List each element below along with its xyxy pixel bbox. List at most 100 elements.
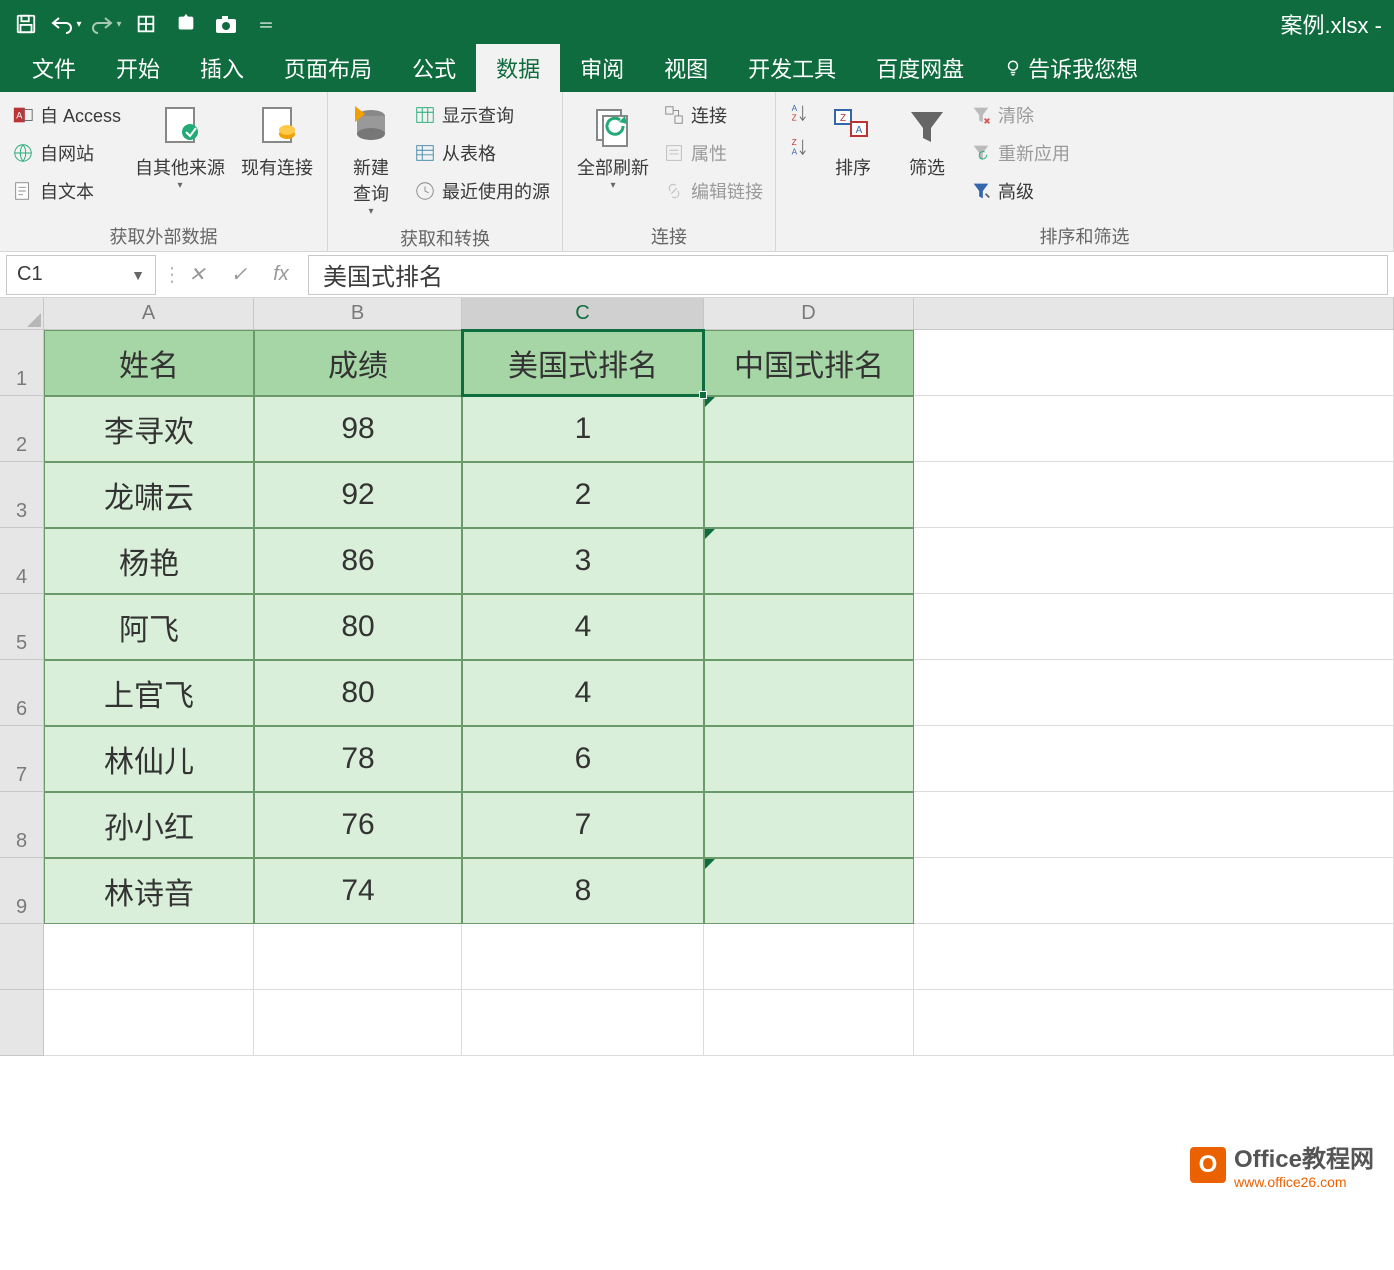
refresh-all-button[interactable]: 全部刷新 ▾ bbox=[571, 98, 655, 195]
col-header-blank[interactable] bbox=[914, 298, 1394, 329]
cell-A1[interactable]: 姓名 bbox=[44, 330, 254, 396]
redo-button[interactable]: ▾ bbox=[86, 4, 126, 44]
col-header-D[interactable]: D bbox=[704, 298, 914, 329]
cell-C9[interactable]: 8 bbox=[462, 858, 704, 924]
tab-formulas[interactable]: 公式 bbox=[392, 44, 476, 92]
cell-E7[interactable] bbox=[914, 726, 1394, 792]
col-header-B[interactable]: B bbox=[254, 298, 462, 329]
cell-blank[interactable] bbox=[914, 924, 1394, 990]
clear-filter-button[interactable]: 清除 bbox=[966, 98, 1074, 132]
reapply-button[interactable]: 重新应用 bbox=[966, 136, 1074, 170]
cell-B6[interactable]: 80 bbox=[254, 660, 462, 726]
cell-D7[interactable] bbox=[704, 726, 914, 792]
tab-developer[interactable]: 开发工具 bbox=[728, 44, 856, 92]
cell-B4[interactable]: 86 bbox=[254, 528, 462, 594]
row-header-8[interactable]: 8 bbox=[0, 792, 44, 858]
cell-A9[interactable]: 林诗音 bbox=[44, 858, 254, 924]
cell-C6[interactable]: 4 bbox=[462, 660, 704, 726]
undo-button[interactable]: ▾ bbox=[46, 4, 86, 44]
cell-E2[interactable] bbox=[914, 396, 1394, 462]
cell-A3[interactable]: 龙啸云 bbox=[44, 462, 254, 528]
addin-button[interactable] bbox=[166, 4, 206, 44]
cell-blank[interactable] bbox=[44, 924, 254, 990]
cell-E4[interactable] bbox=[914, 528, 1394, 594]
cell-D2[interactable] bbox=[704, 396, 914, 462]
cell-E9[interactable] bbox=[914, 858, 1394, 924]
tab-review[interactable]: 审阅 bbox=[560, 44, 644, 92]
cell-D1[interactable]: 中国式排名 bbox=[704, 330, 914, 396]
row-header-1[interactable]: 1 bbox=[0, 330, 44, 396]
cell-D3[interactable] bbox=[704, 462, 914, 528]
cell-E5[interactable] bbox=[914, 594, 1394, 660]
new-query-button[interactable]: 新建 查询 ▾ bbox=[336, 98, 406, 221]
cell-A5[interactable]: 阿飞 bbox=[44, 594, 254, 660]
formula-input[interactable]: 美国式排名 bbox=[308, 255, 1388, 295]
cell-E6[interactable] bbox=[914, 660, 1394, 726]
cell-D4[interactable] bbox=[704, 528, 914, 594]
cell-A6[interactable]: 上官飞 bbox=[44, 660, 254, 726]
recent-sources-button[interactable]: 最近使用的源 bbox=[410, 174, 554, 208]
tab-file[interactable]: 文件 bbox=[12, 44, 96, 92]
cell-B9[interactable]: 74 bbox=[254, 858, 462, 924]
tab-data[interactable]: 数据 bbox=[476, 44, 560, 92]
cell-D9[interactable] bbox=[704, 858, 914, 924]
row-header-7[interactable]: 7 bbox=[0, 726, 44, 792]
cell-blank[interactable] bbox=[44, 990, 254, 1056]
cell-blank[interactable] bbox=[704, 990, 914, 1056]
cell-C5[interactable]: 4 bbox=[462, 594, 704, 660]
cell-B3[interactable]: 92 bbox=[254, 462, 462, 528]
tab-pagelayout[interactable]: 页面布局 bbox=[264, 44, 392, 92]
name-box[interactable]: C1 ▼ bbox=[6, 255, 156, 295]
cell-blank[interactable] bbox=[462, 990, 704, 1056]
sort-asc-button[interactable]: AZ bbox=[784, 98, 814, 128]
cell-D8[interactable] bbox=[704, 792, 914, 858]
cell-E3[interactable] bbox=[914, 462, 1394, 528]
cell-C3[interactable]: 2 bbox=[462, 462, 704, 528]
tab-tellme[interactable]: 告诉我您想 bbox=[984, 44, 1158, 92]
connections-button[interactable]: 连接 bbox=[659, 98, 767, 132]
tab-baidu[interactable]: 百度网盘 bbox=[856, 44, 984, 92]
cell-B8[interactable]: 76 bbox=[254, 792, 462, 858]
row-header-3[interactable]: 3 bbox=[0, 462, 44, 528]
cell-C1[interactable]: 美国式排名 bbox=[462, 330, 704, 396]
enter-formula-button[interactable]: ✓ bbox=[218, 262, 260, 287]
cell-B1[interactable]: 成绩 bbox=[254, 330, 462, 396]
sort-button[interactable]: ZA 排序 bbox=[818, 98, 888, 184]
cell-C4[interactable]: 3 bbox=[462, 528, 704, 594]
cell-C8[interactable]: 7 bbox=[462, 792, 704, 858]
cell-E1[interactable] bbox=[914, 330, 1394, 396]
row-header-5[interactable]: 5 bbox=[0, 594, 44, 660]
col-header-C[interactable]: C bbox=[462, 298, 704, 329]
cell-A7[interactable]: 林仙儿 bbox=[44, 726, 254, 792]
advanced-filter-button[interactable]: 高级 bbox=[966, 174, 1074, 208]
cell-A2[interactable]: 李寻欢 bbox=[44, 396, 254, 462]
cell-blank[interactable] bbox=[254, 990, 462, 1056]
touch-mode-button[interactable] bbox=[126, 4, 166, 44]
row-header-blank2[interactable] bbox=[0, 990, 44, 1056]
cell-C2[interactable]: 1 bbox=[462, 396, 704, 462]
tab-insert[interactable]: 插入 bbox=[180, 44, 264, 92]
camera-button[interactable] bbox=[206, 4, 246, 44]
from-access-button[interactable]: A 自 Access bbox=[8, 98, 125, 132]
tab-view[interactable]: 视图 bbox=[644, 44, 728, 92]
select-all-corner[interactable] bbox=[0, 298, 44, 330]
cell-blank[interactable] bbox=[914, 990, 1394, 1056]
edit-links-button[interactable]: 编辑链接 bbox=[659, 174, 767, 208]
cell-B7[interactable]: 78 bbox=[254, 726, 462, 792]
cell-blank[interactable] bbox=[462, 924, 704, 990]
show-queries-button[interactable]: 显示查询 bbox=[410, 98, 554, 132]
fill-handle[interactable] bbox=[699, 391, 707, 399]
cell-A8[interactable]: 孙小红 bbox=[44, 792, 254, 858]
row-header-6[interactable]: 6 bbox=[0, 660, 44, 726]
sort-desc-button[interactable]: ZA bbox=[784, 132, 814, 162]
existing-connections-button[interactable]: 现有连接 bbox=[235, 98, 319, 184]
cell-C7[interactable]: 6 bbox=[462, 726, 704, 792]
tab-home[interactable]: 开始 bbox=[96, 44, 180, 92]
from-other-sources-button[interactable]: 自其他来源 ▾ bbox=[129, 98, 231, 195]
cell-B5[interactable]: 80 bbox=[254, 594, 462, 660]
cell-blank[interactable] bbox=[704, 924, 914, 990]
cell-E8[interactable] bbox=[914, 792, 1394, 858]
cell-D5[interactable] bbox=[704, 594, 914, 660]
from-text-button[interactable]: 自文本 bbox=[8, 174, 125, 208]
filter-button[interactable]: 筛选 bbox=[892, 98, 962, 184]
